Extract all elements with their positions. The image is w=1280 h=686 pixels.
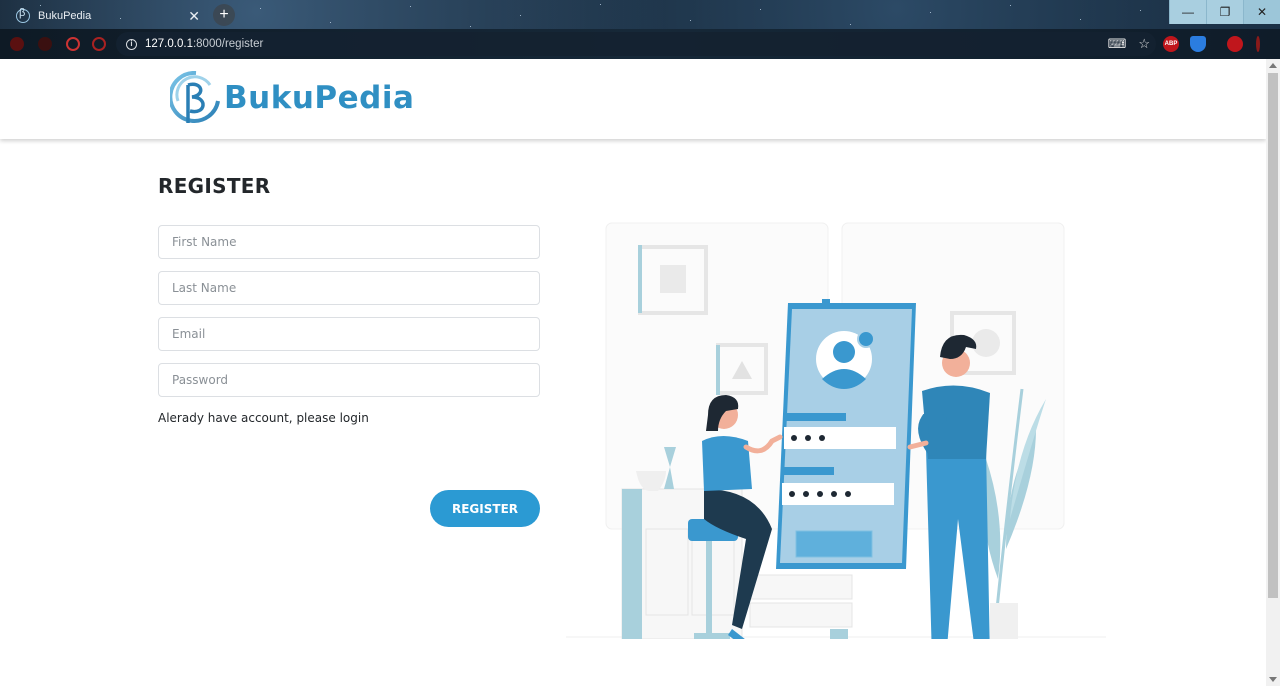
tab-title: BukuPedia [38, 10, 92, 22]
address-bar[interactable]: i 127.0.0.1:8000/register ⌨ ☆ [116, 32, 1156, 56]
home-icon[interactable] [92, 37, 106, 51]
form-fields [158, 225, 540, 397]
close-window-button[interactable]: ✕ [1243, 0, 1280, 24]
password-label-bar [784, 467, 834, 475]
man-pants [926, 449, 990, 639]
drawer [749, 574, 853, 600]
dot [789, 491, 795, 497]
picture-frame-inner [660, 265, 686, 293]
menu-kebab-icon[interactable] [1256, 36, 1260, 52]
avatar-badge [857, 330, 875, 348]
browser-toolbar: i 127.0.0.1:8000/register ⌨ ☆ ABP [0, 29, 1280, 59]
dot [831, 491, 837, 497]
password-field-graphic [782, 483, 894, 505]
dot [805, 435, 811, 441]
login-link[interactable]: Alerady have account, please login [158, 411, 540, 425]
register-illustration [566, 222, 1106, 639]
minimize-button[interactable]: — [1169, 0, 1206, 24]
reload-icon[interactable] [66, 37, 80, 51]
translate-icon[interactable]: ⌨ [1108, 36, 1127, 52]
site-info-icon[interactable]: i [126, 38, 137, 50]
browser-titlebar: BukuPedia ✕ + — ❐ ✕ [0, 0, 1280, 29]
shield-extension-icon[interactable] [1190, 36, 1206, 52]
dot [819, 435, 825, 441]
page-scrollbar[interactable] [1266, 59, 1280, 686]
last-name-field[interactable] [158, 271, 540, 305]
site-header: BukuPedia [0, 59, 1266, 139]
frame-circle [972, 329, 1000, 357]
dot [791, 435, 797, 441]
register-button[interactable]: REGISTER [430, 490, 540, 527]
email-field[interactable] [158, 317, 540, 351]
dot [817, 491, 823, 497]
dot [803, 491, 809, 497]
profile-avatar-icon[interactable] [1227, 36, 1243, 52]
drawer-2 [749, 602, 853, 628]
page-viewport: BukuPedia REGISTER Alerady have account,… [0, 59, 1266, 686]
logo-wordmark: BukuPedia [224, 80, 415, 116]
first-name-field[interactable] [158, 225, 540, 259]
scrollbar-thumb[interactable] [1268, 73, 1278, 598]
cabinet-side [622, 489, 642, 639]
forward-icon[interactable] [38, 37, 52, 51]
password-field[interactable] [158, 363, 540, 397]
login-button-graphic [795, 530, 873, 558]
window-controls: — ❐ ✕ [1169, 0, 1280, 24]
avatar-head [833, 341, 855, 363]
back-icon[interactable] [10, 37, 24, 51]
scroll-up-icon[interactable] [1269, 63, 1277, 68]
stool-rest [694, 633, 730, 639]
plant-pot [990, 603, 1018, 639]
woman-shirt [702, 436, 752, 491]
username-label-bar [786, 413, 846, 421]
adblock-extension-icon[interactable]: ABP [1163, 36, 1179, 52]
scroll-down-icon[interactable] [1269, 677, 1277, 682]
dot [845, 491, 851, 497]
frame-accent [638, 245, 642, 313]
url-path: :8000/register [192, 38, 264, 50]
tab-favicon-icon [16, 7, 30, 23]
frame-accent-small [716, 345, 720, 395]
url-host: 127.0.0.1 [145, 38, 193, 50]
tab-close-icon[interactable]: ✕ [188, 8, 200, 25]
register-form: REGISTER Alerady have account, please lo… [158, 174, 540, 527]
site-logo[interactable]: BukuPedia [170, 71, 414, 125]
bookmark-star-icon[interactable]: ☆ [1138, 36, 1150, 52]
new-tab-button[interactable]: + [213, 4, 235, 26]
username-field-graphic [784, 427, 896, 449]
page-title: REGISTER [158, 174, 271, 198]
bukupedia-logo-icon [170, 71, 220, 123]
browser-tab[interactable]: BukuPedia ✕ [8, 3, 208, 29]
stool-leg [706, 539, 712, 639]
restore-button[interactable]: ❐ [1206, 0, 1243, 24]
phone-notch [822, 299, 830, 303]
drawer-foot [830, 629, 848, 639]
